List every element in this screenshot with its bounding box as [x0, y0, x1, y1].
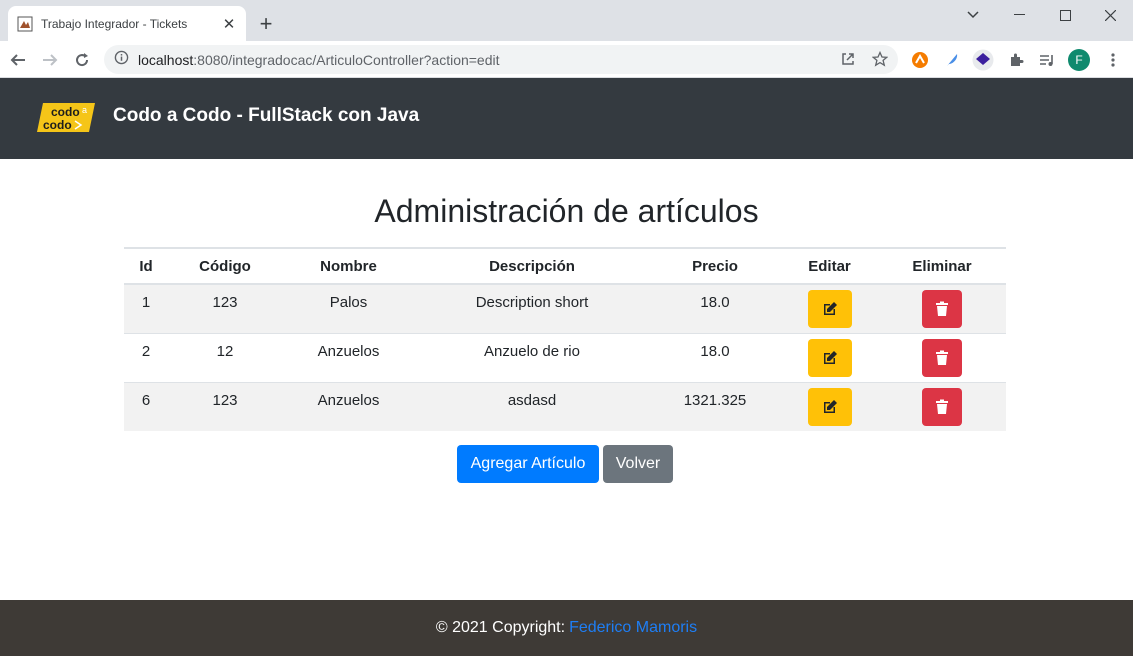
- edit-button[interactable]: [807, 338, 852, 377]
- svg-text:a: a: [82, 105, 87, 115]
- tab-search-icon[interactable]: [950, 0, 996, 30]
- edit-icon: [823, 350, 837, 364]
- info-icon[interactable]: [114, 50, 129, 70]
- site-brand[interactable]: Codo a Codo - FullStack con Java: [113, 105, 419, 127]
- tab-favicon-icon: [17, 16, 33, 32]
- cell-nombre: Anzuelos: [317, 342, 380, 360]
- cell-eliminar: [878, 333, 1006, 382]
- back-arrow-icon[interactable]: [4, 46, 32, 74]
- edit-button[interactable]: [807, 290, 852, 328]
- reload-icon[interactable]: [68, 46, 96, 74]
- table-row: 1 123 Palos Description short 18.0: [124, 284, 1006, 333]
- media-queue-icon[interactable]: [1036, 49, 1058, 71]
- cell-editar: [781, 284, 878, 333]
- forward-arrow-icon[interactable]: [36, 46, 64, 74]
- tab-close-icon[interactable]: ✕: [218, 13, 240, 35]
- trash-icon: [936, 399, 948, 414]
- column-header: Id: [139, 257, 153, 275]
- cell-id: 6: [141, 391, 151, 409]
- cell-id: 1: [141, 294, 151, 311]
- column-header: Descripción: [489, 257, 575, 275]
- profile-initial: F: [1075, 53, 1083, 67]
- menu-kebab-icon[interactable]: [1102, 49, 1124, 71]
- delete-button[interactable]: [922, 387, 962, 426]
- trash-icon: [936, 301, 948, 316]
- cell-eliminar: [878, 382, 1006, 431]
- delete-button[interactable]: [922, 290, 962, 328]
- cell-eliminar: [878, 284, 1006, 333]
- cell-descripcion: asdasd: [507, 391, 557, 409]
- url-text: localhost:8080/integradocac/ArticuloCont…: [138, 51, 500, 68]
- table-row: 6 123 Anzuelos asdasd 1321.325: [124, 382, 1006, 431]
- cell-nombre: Palos: [329, 294, 368, 311]
- back-button[interactable]: Volver: [603, 445, 673, 483]
- site-footer: © 2021 Copyright: Federico Mamoris: [0, 600, 1133, 656]
- copyright-text: © 2021 Copyright:: [435, 619, 566, 636]
- trash-icon: [936, 350, 948, 365]
- svg-text:codo: codo: [43, 118, 72, 132]
- delete-button[interactable]: [922, 338, 962, 377]
- cell-precio: 18.0: [700, 342, 730, 360]
- maximize-button[interactable]: [1042, 0, 1088, 30]
- cell-id: 2: [141, 342, 151, 360]
- extension-feather-icon[interactable]: [941, 49, 963, 71]
- column-header: Editar: [808, 257, 851, 275]
- edit-icon: [823, 399, 837, 413]
- author-link[interactable]: Federico Mamoris: [569, 619, 697, 637]
- tab-title: Trabajo Integrador - Tickets: [41, 16, 188, 31]
- new-tab-button[interactable]: +: [252, 10, 280, 38]
- cell-codigo: 123: [212, 294, 238, 311]
- svg-text:codo: codo: [51, 105, 80, 119]
- browser-toolbar: localhost:8080/integradocac/ArticuloCont…: [0, 41, 1133, 78]
- page-title: Administración de artículos: [374, 193, 759, 229]
- column-header: Precio: [692, 257, 738, 275]
- cell-codigo: 12: [216, 342, 234, 360]
- column-header: Nombre: [320, 257, 377, 275]
- cell-nombre: Anzuelos: [317, 391, 380, 409]
- table-header-row: Id Código Nombre Descripción Precio Edit…: [124, 248, 1006, 284]
- column-header: Eliminar: [912, 257, 972, 275]
- minimize-button[interactable]: [996, 0, 1042, 30]
- extension-layers-icon[interactable]: [972, 49, 994, 71]
- cell-editar: [781, 382, 878, 431]
- profile-avatar[interactable]: F: [1068, 49, 1090, 71]
- extension-orange-icon[interactable]: [909, 49, 931, 71]
- cell-precio: 1321.325: [683, 391, 747, 409]
- table-row: 2 12 Anzuelos Anzuelo de rio 18.0: [124, 333, 1006, 382]
- browser-tab-bar: Trabajo Integrador - Tickets ✕ +: [0, 0, 1133, 41]
- cell-descripcion: Anzuelo de rio: [484, 342, 580, 360]
- add-article-button[interactable]: Agregar Artículo: [457, 445, 599, 483]
- browser-tab[interactable]: Trabajo Integrador - Tickets ✕: [8, 6, 246, 41]
- share-icon[interactable]: [836, 47, 860, 71]
- edit-icon: [823, 302, 837, 315]
- cell-editar: [781, 333, 878, 382]
- cell-precio: 18.0: [700, 294, 730, 311]
- extensions-puzzle-icon[interactable]: [1005, 49, 1027, 71]
- codo-a-codo-logo[interactable]: codo a codo: [37, 101, 95, 134]
- bookmark-star-icon[interactable]: [868, 47, 892, 71]
- column-header: Código: [199, 257, 251, 275]
- articles-table: Id Código Nombre Descripción Precio Edit…: [124, 247, 1006, 431]
- address-bar[interactable]: localhost:8080/integradocac/ArticuloCont…: [104, 45, 898, 74]
- close-window-button[interactable]: [1087, 0, 1133, 30]
- cell-codigo: 123: [212, 391, 238, 409]
- cell-descripcion: Description short: [475, 294, 589, 311]
- edit-button[interactable]: [807, 387, 852, 426]
